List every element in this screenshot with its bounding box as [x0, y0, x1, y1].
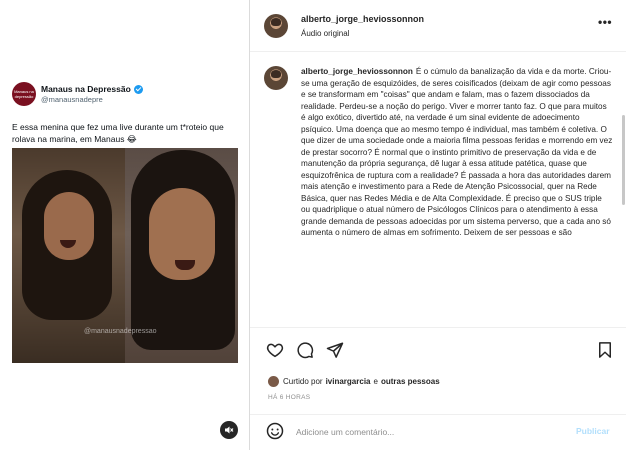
tweet-author-name: Manaus na Depressão [41, 84, 131, 94]
original-audio-link[interactable]: Áudio original [301, 29, 349, 38]
liked-by-prefix: Curtido por [283, 377, 323, 386]
tweet-video-frame: @manausnadepressao [12, 148, 238, 363]
tweet-screenshot: Manaus na depressão Manaus na Depressão … [12, 82, 240, 363]
liked-by-others[interactable]: outras pessoas [381, 377, 440, 386]
bookmark-icon[interactable] [596, 341, 614, 359]
tweet-avatar: Manaus na depressão [12, 82, 36, 106]
more-options-icon[interactable]: ••• [598, 15, 612, 29]
post-details-panel: alberto_jorge_heviossonnon Áudio origina… [250, 0, 626, 450]
tweet-avatar-text: Manaus na depressão [14, 89, 34, 99]
verified-badge-icon [133, 84, 143, 94]
liked-by-summary[interactable]: Curtido por ivinargarcia e outras pessoa… [268, 376, 443, 387]
actions-divider [250, 327, 626, 328]
tweet-text: E essa menina que fez uma live durante u… [12, 122, 224, 144]
post-caption: alberto_jorge_heviossonnon É o cúmulo da … [301, 66, 613, 239]
post-header: alberto_jorge_heviossonnon Áudio origina… [250, 0, 626, 52]
emoji-icon[interactable] [266, 422, 284, 440]
post-media[interactable]: Manaus na depressão Manaus na Depressão … [0, 0, 249, 450]
heart-icon[interactable] [266, 341, 284, 359]
tweet-header: Manaus na depressão Manaus na Depressão … [12, 82, 240, 106]
tweet-author-handle: @manausnadepre [41, 95, 103, 104]
author-username[interactable]: alberto_jorge_heviossonnon [301, 14, 424, 24]
share-icon[interactable] [326, 341, 344, 359]
scrollbar[interactable] [622, 115, 625, 205]
publish-button[interactable]: Publicar [576, 426, 610, 436]
caption-username[interactable]: alberto_jorge_heviossonnon [301, 67, 413, 76]
comment-divider [250, 414, 626, 415]
video-watermark: @manausnadepressao [84, 328, 157, 335]
speaker-muted-icon [225, 426, 234, 434]
author-avatar[interactable] [264, 14, 288, 38]
caption-text: É o cúmulo da banalização da vida e da m… [301, 67, 613, 237]
mute-button[interactable] [220, 421, 238, 439]
comments-scroll-area[interactable]: alberto_jorge_heviossonnon É o cúmulo da … [250, 53, 626, 326]
liked-by-avatar [268, 376, 279, 387]
liked-by-connector: e [373, 377, 378, 386]
post-timestamp[interactable]: HÁ 6 HORAS [268, 394, 310, 401]
liked-by-user[interactable]: ivinargarcia [326, 377, 371, 386]
comment-icon[interactable] [296, 341, 314, 359]
caption-avatar[interactable] [264, 66, 288, 90]
comment-input[interactable] [296, 425, 566, 439]
